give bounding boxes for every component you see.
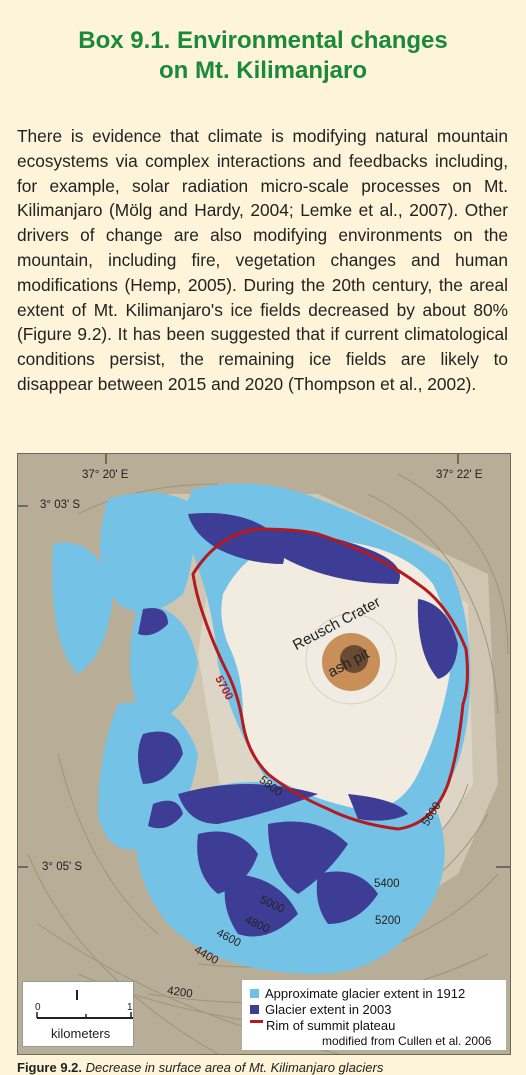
box-title-line1: Box 9.1. Environmental changes — [78, 27, 448, 54]
box-title-line2: on Mt. Kilimanjaro — [158, 57, 367, 84]
map-graphic — [18, 454, 510, 1054]
scale-bar: 0 1 kilometers — [22, 981, 134, 1047]
legend-item-2003: Glacier extent in 2003 — [250, 1002, 391, 1017]
legend-label-2003: Glacier extent in 2003 — [265, 1002, 392, 1017]
scale-unit: kilometers — [51, 1026, 111, 1041]
contour-5400-label: 5400 — [374, 878, 400, 890]
box-title: Box 9.1. Environmental changes on Mt. Ki… — [0, 26, 526, 86]
legend-swatch-1912 — [250, 989, 259, 999]
caption-label: Figure 9.2. — [17, 1060, 83, 1075]
legend-swatch-rim — [250, 1019, 263, 1026]
scale-zero: 0 — [35, 1002, 41, 1013]
legend-label-rim: Rim of summit plateau — [266, 1018, 396, 1033]
legend-item-rim: Rim of summit plateau — [250, 1018, 395, 1033]
map-legend: Approximate glacier extent in 1912 Glaci… — [242, 980, 506, 1050]
scale-one: 1 — [127, 1002, 133, 1013]
lon-left-label: 37° 20' E — [82, 469, 129, 481]
caption-text: Decrease in surface area of Mt. Kilimanj… — [85, 1060, 384, 1075]
lon-right-label: 37° 22' E — [436, 469, 483, 481]
kilimanjaro-map: 37° 20' E 37° 22' E 3° 03' S 3° 05' S Re… — [17, 453, 511, 1055]
contour-5200-label: 5200 — [375, 915, 401, 927]
legend-label-1912: Approximate glacier extent in 1912 — [265, 986, 466, 1001]
legend-item-1912: Approximate glacier extent in 1912 — [250, 986, 465, 1001]
lat-bottom-label: 3° 05' S — [42, 861, 83, 873]
lat-top-label: 3° 03' S — [40, 499, 81, 511]
box-paragraph: There is evidence that climate is modify… — [17, 126, 508, 394]
legend-credit: modified from Cullen et al. 2006 — [322, 1034, 492, 1048]
figure-caption: Figure 9.2. Decrease in surface area of … — [17, 1060, 383, 1075]
legend-swatch-2003 — [250, 1005, 259, 1015]
